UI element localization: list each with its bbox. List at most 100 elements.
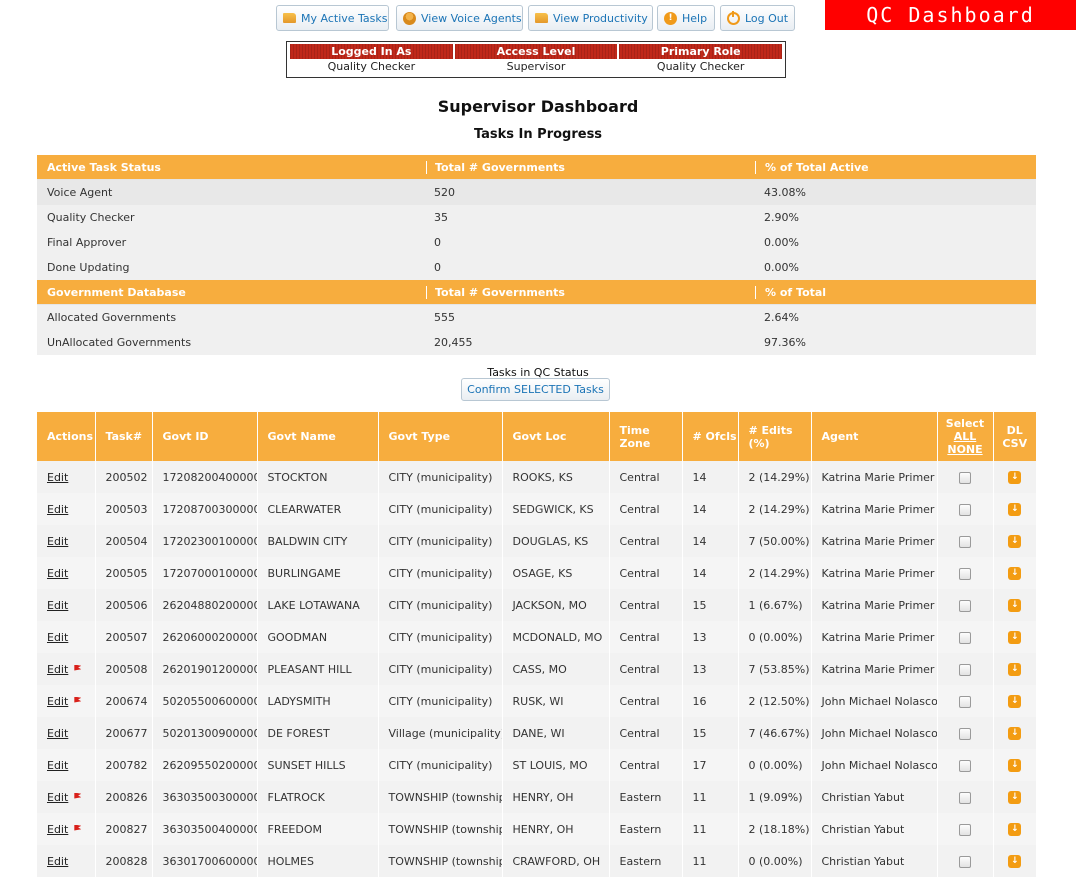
ofcls-cell: 17	[681, 749, 738, 781]
table-row: Edit 200502 17208200400000 STOCKTON CITY (mu…	[37, 461, 1036, 493]
govt-loc-cell: RUSK, WI	[501, 685, 609, 717]
edits-cell: 1 (6.67%)	[737, 589, 811, 621]
govt-id-cell: 26206000200000	[151, 621, 257, 653]
col-ofcls: # Ofcls	[681, 412, 738, 461]
edit-link[interactable]: Edit	[47, 503, 68, 516]
qc-dashboard-badge: QC Dashboard	[825, 0, 1076, 30]
select-checkbox[interactable]	[959, 567, 971, 580]
select-checkbox[interactable]	[959, 503, 971, 516]
download-icon[interactable]: ↓	[1008, 598, 1022, 612]
govt-loc-cell: MCDONALD, MO	[501, 621, 609, 653]
download-icon[interactable]: ↓	[1008, 534, 1022, 548]
log-out-button[interactable]: Log Out	[720, 5, 795, 31]
access-level-value: Supervisor	[506, 60, 566, 73]
view-voice-agents-button[interactable]: View Voice Agents	[396, 5, 523, 31]
govt-type-cell: CITY (municipality)	[377, 461, 502, 493]
download-icon[interactable]: ↓	[1008, 822, 1022, 836]
select-checkbox[interactable]	[959, 663, 971, 676]
edit-link[interactable]: Edit	[47, 791, 68, 804]
select-checkbox[interactable]	[959, 599, 971, 612]
govt-type-cell: CITY (municipality)	[377, 557, 502, 589]
select-checkbox[interactable]	[959, 823, 971, 836]
edits-cell: 0 (0.00%)	[737, 749, 811, 781]
status-row: Allocated Governments 555 2.64%	[37, 305, 1036, 330]
flag-icon	[74, 824, 82, 831]
agent-cell: Katrina Marie Primer	[810, 653, 937, 685]
govt-type-cell: TOWNSHIP (township)	[377, 845, 502, 877]
help-button[interactable]: ! Help	[657, 5, 715, 31]
govt-type-cell: CITY (municipality)	[377, 589, 502, 621]
edit-link[interactable]: Edit	[47, 727, 68, 740]
time-zone-cell: Central	[608, 717, 682, 749]
my-active-tasks-button[interactable]: My Active Tasks	[276, 5, 389, 31]
task-cell: 200508	[94, 653, 152, 685]
download-icon[interactable]: ↓	[1008, 790, 1022, 804]
govt-loc-cell: ST LOUIS, MO	[501, 749, 609, 781]
view-productivity-button[interactable]: View Productivity	[528, 5, 653, 31]
govt-name-cell: GOODMAN	[256, 621, 378, 653]
download-icon[interactable]: ↓	[1008, 566, 1022, 580]
select-none-link[interactable]: NONE	[947, 443, 982, 456]
page-title: Supervisor Dashboard	[437, 97, 639, 116]
select-all-link[interactable]: ALL	[954, 430, 977, 443]
select-checkbox[interactable]	[959, 631, 971, 644]
select-label: Select	[945, 417, 985, 430]
select-checkbox[interactable]	[959, 759, 971, 772]
govt-name-cell: PLEASANT HILL	[256, 653, 378, 685]
download-icon[interactable]: ↓	[1008, 854, 1022, 868]
col-govt-type: Govt Type	[377, 412, 502, 461]
time-zone-cell: Central	[608, 461, 682, 493]
edit-link[interactable]: Edit	[47, 567, 68, 580]
download-icon[interactable]: ↓	[1008, 758, 1022, 772]
select-checkbox[interactable]	[959, 855, 971, 868]
task-cell: 200502	[94, 461, 152, 493]
govt-loc-cell: OSAGE, KS	[501, 557, 609, 589]
status-cell: UnAllocated Governments	[47, 336, 192, 349]
ofcls-cell: 11	[681, 813, 738, 845]
edit-link[interactable]: Edit	[47, 855, 68, 868]
select-checkbox[interactable]	[959, 535, 971, 548]
govt-name-cell: FLATROCK	[256, 781, 378, 813]
select-checkbox[interactable]	[959, 791, 971, 804]
status-cell: Done Updating	[47, 261, 130, 274]
download-cell: ↓	[992, 653, 1036, 685]
download-icon[interactable]: ↓	[1008, 630, 1022, 644]
edit-link[interactable]: Edit	[47, 823, 68, 836]
login-info-box: Logged In As Access Level Primary Role Q…	[286, 41, 786, 78]
table-row: Edit 200782 26209550200000 SUNSET HILLS CITY…	[37, 749, 1036, 781]
actions-cell: Edit	[37, 813, 95, 845]
edit-link[interactable]: Edit	[47, 695, 68, 708]
govt-name-cell: SUNSET HILLS	[256, 749, 378, 781]
col-govt-name: Govt Name	[256, 412, 378, 461]
actions-cell: Edit	[37, 653, 95, 685]
download-icon[interactable]: ↓	[1008, 470, 1022, 484]
edit-link[interactable]: Edit	[47, 471, 68, 484]
time-zone-cell: Central	[608, 557, 682, 589]
select-checkbox[interactable]	[959, 471, 971, 484]
edits-cell: 2 (12.50%)	[737, 685, 811, 717]
download-icon[interactable]: ↓	[1008, 726, 1022, 740]
table-row: Edit 200674 50205500600000 LADYSMITH CITY (m…	[37, 685, 1036, 717]
download-cell: ↓	[992, 781, 1036, 813]
status-cell: 0.00%	[764, 236, 799, 249]
actions-cell: Edit	[37, 781, 95, 813]
confirm-selected-tasks-button[interactable]: Confirm SELECTED Tasks	[461, 378, 610, 401]
agent-cell: Katrina Marie Primer	[810, 621, 937, 653]
table-row: Edit 200506 26204880200000 LAKE LOTAWANA CIT…	[37, 589, 1036, 621]
download-cell: ↓	[992, 685, 1036, 717]
select-cell	[936, 525, 993, 557]
edit-link[interactable]: Edit	[47, 663, 68, 676]
select-checkbox[interactable]	[959, 727, 971, 740]
download-icon[interactable]: ↓	[1008, 694, 1022, 708]
edit-link[interactable]: Edit	[47, 535, 68, 548]
download-icon[interactable]: ↓	[1008, 502, 1022, 516]
edit-link[interactable]: Edit	[47, 759, 68, 772]
select-checkbox[interactable]	[959, 695, 971, 708]
govt-loc-cell: CRAWFORD, OH	[501, 845, 609, 877]
select-cell	[936, 621, 993, 653]
download-icon[interactable]: ↓	[1008, 662, 1022, 676]
edit-link[interactable]: Edit	[47, 631, 68, 644]
govt-name-cell: LAKE LOTAWANA	[256, 589, 378, 621]
table-row: Edit 200827 36303500400000 FREEDOM TOWNSHIP …	[37, 813, 1036, 845]
edit-link[interactable]: Edit	[47, 599, 68, 612]
